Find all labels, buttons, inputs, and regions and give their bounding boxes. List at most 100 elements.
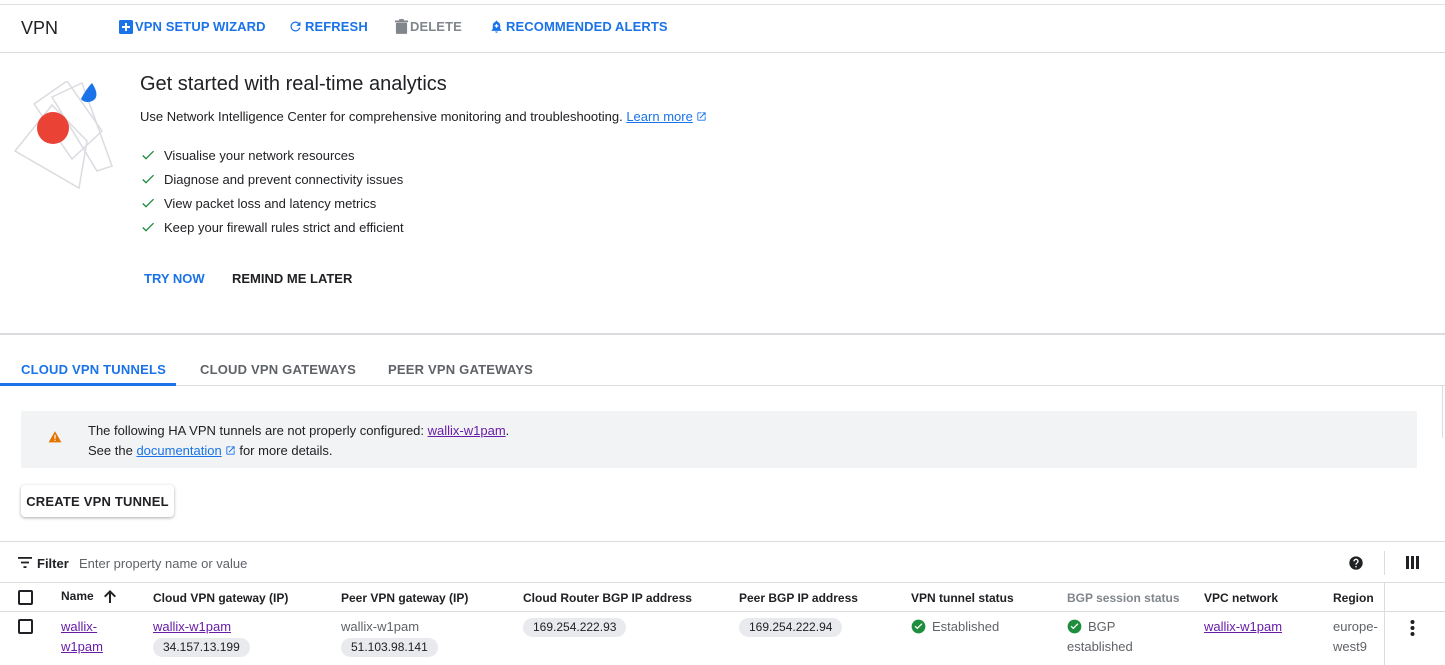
learn-more-link[interactable]: Learn more — [626, 109, 706, 124]
try-now-button[interactable]: TRY NOW — [144, 271, 205, 286]
vpn-setup-wizard-button[interactable]: VPN SETUP WIZARD — [119, 19, 266, 34]
tunnel-name-line-1: wallix- — [61, 619, 98, 634]
vpc-network-cell: wallix-w1pam — [1204, 617, 1282, 637]
column-cloud-vpn-gateway[interactable]: Cloud VPN gateway (IP) — [153, 591, 288, 605]
warning-see-text: See the — [88, 443, 137, 458]
select-all-checkbox[interactable] — [18, 590, 33, 605]
recommended-alerts-button[interactable]: RECOMMENDED ALERTS — [489, 19, 668, 34]
warning-tunnel-link[interactable]: wallix-w1pam — [428, 423, 506, 438]
sticky-column-divider — [1384, 583, 1385, 612]
column-tunnel-status[interactable]: VPN tunnel status — [911, 591, 1014, 605]
add-box-icon — [119, 19, 133, 34]
filter-bar: Filter — [0, 541, 1445, 583]
active-tab-indicator — [0, 383, 176, 386]
warning-text: The following HA VPN tunnels are not pro… — [88, 423, 428, 438]
analytics-promo-card: Get started with real-time analytics Use… — [0, 53, 1445, 335]
page-header: VPN VPN SETUP WIZARD REFRESH DELETE RECO… — [0, 5, 1445, 53]
tab-bar: CLOUD VPN TUNNELS CLOUD VPN GATEWAYS PEE… — [0, 356, 1445, 386]
check-circle-icon — [1067, 619, 1082, 634]
feature-text: View packet loss and latency metrics — [164, 195, 377, 211]
feature-item: Visualise your network resources — [140, 143, 404, 167]
tunnel-name-line-2: w1pam — [61, 639, 103, 654]
feature-list: Visualise your network resources Diagnos… — [140, 143, 404, 239]
cloud-vpn-gateway-cell: wallix-w1pam 34.157.13.199 — [153, 617, 250, 657]
warning-line-1: The following HA VPN tunnels are not pro… — [88, 423, 509, 438]
cloud-gateway-ip-chip: 34.157.13.199 — [153, 638, 250, 657]
recommended-alerts-label: RECOMMENDED ALERTS — [506, 19, 668, 34]
peer-gateway-name: wallix-w1pam — [341, 619, 420, 634]
region-line-2: west9 — [1333, 639, 1367, 654]
row-checkbox[interactable] — [18, 619, 33, 634]
feature-item: Diagnose and prevent connectivity issues — [140, 167, 404, 191]
warning-text-end: . — [505, 423, 510, 438]
create-vpn-tunnel-button[interactable]: CREATE VPN TUNNEL — [21, 485, 174, 517]
toolbar-divider — [1384, 551, 1385, 575]
column-cloud-router-bgp[interactable]: Cloud Router BGP IP address — [523, 591, 692, 605]
bgp-status-line-1: BGP — [1088, 619, 1116, 634]
remind-me-later-button[interactable]: REMIND ME LATER — [232, 271, 352, 286]
tunnel-name-link[interactable]: wallix- w1pam — [61, 617, 103, 657]
feature-item: View packet loss and latency metrics — [140, 191, 404, 215]
documentation-label: documentation — [136, 443, 222, 458]
delete-label: DELETE — [410, 19, 462, 34]
tab-cloud-vpn-tunnels[interactable]: CLOUD VPN TUNNELS — [21, 362, 166, 377]
tab-cloud-vpn-gateways[interactable]: CLOUD VPN GATEWAYS — [200, 362, 356, 377]
trash-icon — [395, 19, 408, 34]
column-peer-bgp[interactable]: Peer BGP IP address — [739, 591, 858, 605]
tab-peer-vpn-gateways[interactable]: PEER VPN GATEWAYS — [388, 362, 533, 377]
column-peer-vpn-gateway[interactable]: Peer VPN gateway (IP) — [341, 591, 468, 605]
analytics-illustration — [13, 81, 113, 190]
promo-description-text: Use Network Intelligence Center for comp… — [140, 109, 623, 124]
refresh-label: REFRESH — [305, 19, 368, 34]
check-icon — [142, 198, 154, 208]
sticky-column-divider — [1384, 612, 1385, 665]
column-bgp-session-status[interactable]: BGP session status — [1067, 591, 1180, 605]
column-name[interactable]: Name — [61, 589, 116, 603]
external-link-icon — [226, 446, 235, 455]
vpc-network-link[interactable]: wallix-w1pam — [1204, 619, 1282, 634]
check-icon — [142, 174, 154, 184]
documentation-link[interactable]: documentation — [136, 443, 235, 458]
cloud-gateway-link[interactable]: wallix-w1pam — [153, 617, 250, 637]
column-region[interactable]: Region — [1333, 591, 1374, 605]
check-icon — [142, 150, 154, 160]
config-warning-banner: The following HA VPN tunnels are not pro… — [21, 411, 1417, 468]
region-line-1: europe- — [1333, 619, 1378, 634]
warning-line-2: See the documentation for more details. — [88, 443, 333, 458]
table-header: Name Cloud VPN gateway (IP) Peer VPN gat… — [0, 583, 1445, 612]
region-cell: europe- west9 — [1333, 617, 1378, 657]
promo-title: Get started with real-time analytics — [140, 73, 447, 95]
panel-edge — [1442, 386, 1443, 438]
peer-vpn-gateway-cell: wallix-w1pam 51.103.98.141 — [341, 617, 438, 657]
cloud-router-bgp-cell: 169.254.222.93 — [523, 617, 627, 637]
check-circle-icon — [911, 619, 926, 634]
refresh-icon — [290, 21, 301, 32]
page-title: VPN — [21, 18, 59, 38]
alert-bell-icon — [491, 20, 502, 33]
table-row: wallix- w1pam wallix-w1pam 34.157.13.199… — [0, 612, 1445, 665]
check-icon — [142, 222, 154, 232]
column-name-label: Name — [61, 589, 94, 603]
feature-text: Keep your firewall rules strict and effi… — [164, 219, 404, 235]
bgp-status-line-2: established — [1067, 639, 1133, 654]
warning-icon — [48, 431, 62, 443]
peer-gateway-ip-chip: 51.103.98.141 — [341, 638, 438, 657]
peer-bgp-ip-chip: 169.254.222.94 — [739, 618, 843, 637]
column-vpc-network[interactable]: VPC network — [1204, 591, 1278, 605]
learn-more-label: Learn more — [626, 109, 693, 124]
delete-button[interactable]: DELETE — [395, 19, 462, 34]
column-display-icon[interactable] — [1406, 556, 1419, 569]
help-icon[interactable] — [1348, 555, 1364, 571]
router-bgp-ip-chip: 169.254.222.93 — [523, 618, 627, 637]
bgp-status-cell: BGP established — [1067, 617, 1133, 657]
filter-icon — [18, 557, 32, 568]
promo-description: Use Network Intelligence Center for comp… — [140, 109, 707, 124]
external-link-icon — [697, 112, 706, 121]
feature-item: Keep your firewall rules strict and effi… — [140, 215, 404, 239]
more-vert-icon[interactable] — [1410, 620, 1415, 636]
refresh-button[interactable]: REFRESH — [288, 19, 368, 34]
warning-details-text: for more details. — [235, 443, 333, 458]
tunnel-status-cell: Established — [911, 617, 999, 637]
feature-text: Visualise your network resources — [164, 147, 355, 163]
filter-input[interactable] — [79, 552, 679, 574]
